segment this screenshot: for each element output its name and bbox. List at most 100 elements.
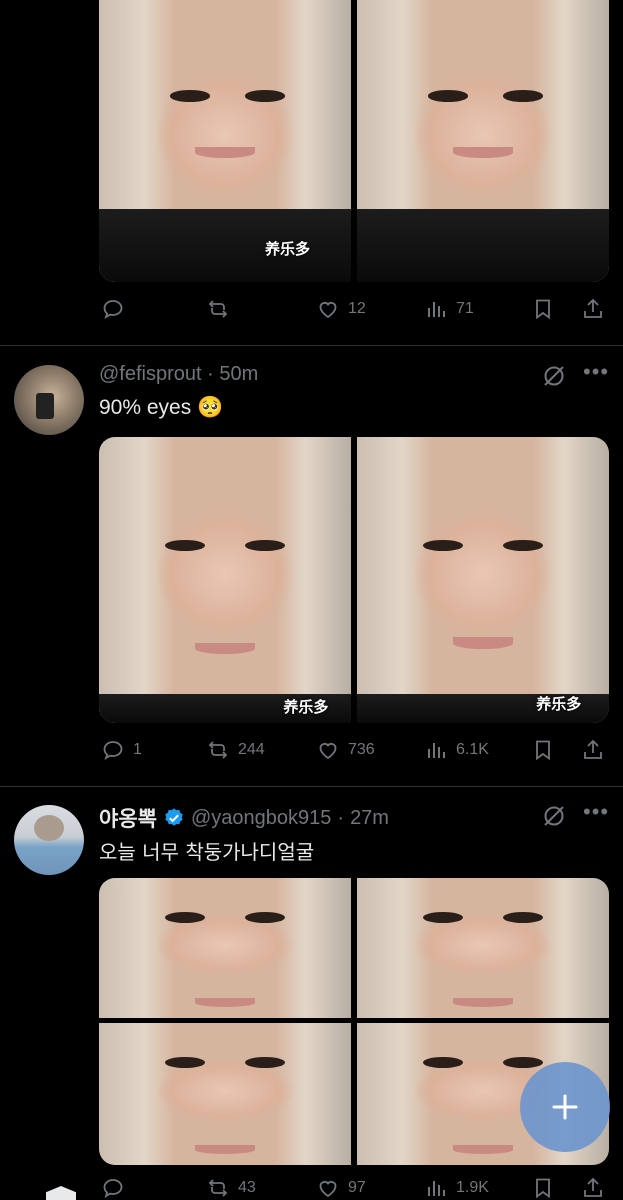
like-count: 736	[348, 741, 375, 758]
photo-detail	[245, 911, 286, 923]
photo-detail	[452, 637, 514, 649]
bookmark-button[interactable]	[531, 297, 555, 321]
compose-button[interactable]	[520, 1062, 610, 1152]
repost-count: 43	[238, 1179, 256, 1196]
heart-icon	[319, 302, 337, 319]
photo-detail	[164, 911, 205, 923]
repost-icon	[208, 300, 228, 318]
photo-detail	[194, 1145, 256, 1154]
share-icon	[584, 1177, 602, 1197]
grok-icon[interactable]	[541, 363, 567, 389]
photo-detail	[422, 1057, 463, 1069]
photo-detail	[503, 1057, 544, 1069]
avatar[interactable]	[14, 365, 84, 435]
photo-detail	[164, 1057, 205, 1069]
photo-detail	[422, 539, 463, 552]
reply-button[interactable]	[101, 1176, 133, 1200]
avatar-figure	[34, 815, 64, 841]
grok-icon[interactable]	[541, 803, 567, 829]
share-button[interactable]	[581, 1176, 605, 1200]
reply-button[interactable]: 1	[101, 738, 142, 762]
tweet-3-photo-3[interactable]	[99, 1023, 351, 1165]
tweet-1-photo-1[interactable]	[99, 0, 351, 282]
home-icon[interactable]	[46, 1186, 76, 1200]
tweet-3-photo-1[interactable]	[99, 878, 351, 1018]
tweet-divider	[0, 786, 623, 787]
views-button[interactable]: 1.9K	[424, 1176, 489, 1200]
repost-icon	[208, 1179, 228, 1197]
tweet-1-photo-2[interactable]: 养乐多	[357, 0, 609, 282]
repost-button[interactable]	[206, 297, 238, 321]
photo-detail	[357, 208, 609, 282]
view-count: 71	[456, 300, 474, 317]
tweet-2-photo-2[interactable]: 养乐多	[357, 437, 609, 723]
views-icon	[428, 302, 445, 317]
tweet-header: 야옹뽁 @yaongbok915 · 27m	[99, 803, 389, 833]
reply-icon	[103, 741, 123, 760]
view-count: 6.1K	[456, 741, 489, 758]
tweet-header: @fefisprout · 50m	[99, 363, 258, 386]
share-button[interactable]	[581, 297, 605, 321]
tweet-text: 오늘 너무 착둥가나디얼굴	[99, 840, 315, 864]
bookmark-button[interactable]	[531, 1176, 555, 1200]
repost-button[interactable]: 43	[206, 1176, 256, 1200]
display-name[interactable]: 야옹뽁	[99, 803, 157, 833]
more-options-icon[interactable]: •••	[583, 359, 609, 385]
share-button[interactable]	[581, 738, 605, 762]
tweet-text: 90% eyes 🥺	[99, 396, 224, 419]
user-handle[interactable]: @yaongbok915	[191, 807, 331, 830]
photo-detail	[503, 539, 544, 552]
tweet-3-photo-2[interactable]	[357, 878, 609, 1018]
photo-detail	[422, 911, 463, 923]
views-button[interactable]: 71	[424, 297, 474, 321]
photo-detail	[503, 90, 544, 102]
separator-dot: ·	[201, 363, 220, 385]
tweet-2-photo-1[interactable]: 养乐多	[99, 437, 351, 723]
photo-watermark: 养乐多	[283, 698, 329, 717]
more-options-icon[interactable]: •••	[583, 799, 609, 825]
like-count: 12	[348, 300, 366, 317]
reply-icon	[103, 300, 123, 319]
reply-button[interactable]	[101, 297, 133, 321]
photo-detail	[99, 208, 351, 282]
bookmark-icon	[536, 740, 550, 761]
reply-icon	[103, 1179, 123, 1198]
user-handle[interactable]: @fefisprout	[99, 363, 202, 385]
photo-detail	[169, 90, 210, 102]
photo-detail	[245, 90, 286, 102]
plus-icon	[552, 1094, 578, 1120]
photo-detail	[164, 539, 205, 552]
photo-detail	[503, 911, 544, 923]
tweet-time[interactable]: 27m	[350, 807, 389, 830]
photo-watermark: 养乐多	[265, 240, 311, 258]
photo-watermark: 养乐多	[536, 695, 582, 714]
tweet-divider	[0, 345, 623, 346]
like-button[interactable]: 12	[316, 297, 366, 321]
photo-detail	[452, 1145, 514, 1154]
bookmark-icon	[536, 1178, 550, 1199]
tweet-time[interactable]: 50m	[219, 363, 258, 385]
bookmark-button[interactable]	[531, 738, 555, 762]
photo-detail	[452, 998, 514, 1007]
views-icon	[428, 743, 445, 758]
photo-detail	[194, 146, 256, 158]
views-button[interactable]: 6.1K	[424, 738, 489, 762]
heart-icon	[319, 743, 337, 760]
photo-detail	[245, 1057, 286, 1069]
photo-detail	[245, 539, 286, 552]
repost-count: 244	[238, 741, 265, 758]
photo-detail	[427, 90, 468, 102]
views-icon	[428, 1181, 445, 1196]
avatar[interactable]	[14, 805, 84, 875]
photo-detail	[194, 998, 256, 1007]
view-count: 1.9K	[456, 1179, 489, 1196]
like-button[interactable]: 736	[316, 738, 375, 762]
photo-detail	[194, 642, 256, 655]
avatar-phone	[36, 393, 54, 419]
photo-detail	[452, 146, 514, 158]
reply-count: 1	[133, 741, 142, 758]
verified-badge-icon	[165, 808, 183, 826]
repost-button[interactable]: 244	[206, 738, 265, 762]
bookmark-icon	[536, 299, 550, 320]
like-button[interactable]: 97	[316, 1176, 366, 1200]
